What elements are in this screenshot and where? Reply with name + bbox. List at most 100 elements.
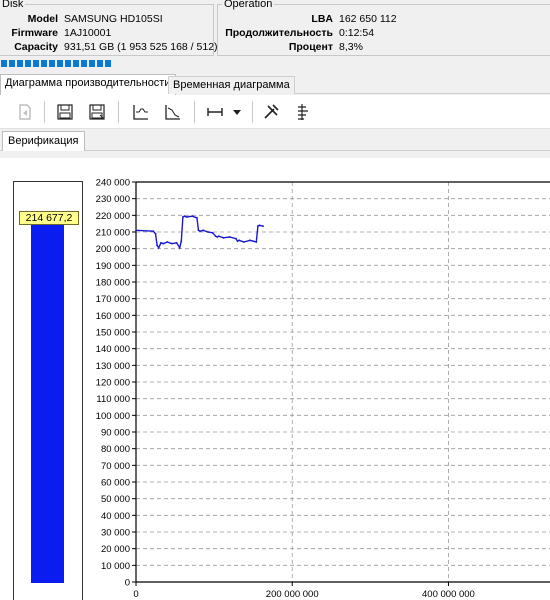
y-tick-label: 50 000 bbox=[101, 494, 130, 505]
speed-data-point bbox=[197, 229, 200, 232]
progress-segment bbox=[105, 60, 111, 67]
dropdown-arrow-icon[interactable] bbox=[230, 101, 244, 123]
speed-data-point bbox=[211, 231, 214, 234]
speed-data-point bbox=[217, 235, 220, 238]
speed-data-point bbox=[206, 231, 209, 233]
current-speed-label: 214 677,2 bbox=[19, 211, 79, 226]
speed-data-point bbox=[175, 241, 178, 244]
toolbar-separator bbox=[252, 101, 253, 123]
y-tick-label: 0 bbox=[125, 578, 130, 589]
y-tick-label: 40 000 bbox=[101, 511, 130, 522]
y-tick-label: 190 000 bbox=[96, 261, 130, 272]
operation-progress-bar bbox=[0, 59, 550, 69]
chart-toolbar bbox=[0, 95, 550, 129]
model-label: Model bbox=[27, 13, 58, 25]
y-tick-label: 170 000 bbox=[96, 294, 130, 305]
progress-segment bbox=[81, 60, 87, 67]
y-tick-label: 210 000 bbox=[96, 228, 130, 239]
disk-group-title: Disk bbox=[0, 0, 26, 10]
speed-data-point bbox=[152, 230, 155, 233]
y-tick-label: 60 000 bbox=[101, 478, 130, 489]
progress-segment bbox=[25, 60, 31, 67]
y-tick-label: 90 000 bbox=[101, 428, 130, 439]
current-speed-meter: 214 677,2 bbox=[13, 181, 83, 600]
firmware-row: Firmware 1AJ10001 bbox=[2, 27, 111, 39]
save-icon[interactable] bbox=[54, 101, 76, 123]
y-tick-label: 30 000 bbox=[101, 528, 130, 539]
speed-data-point bbox=[181, 216, 184, 218]
y-tick-label: 100 000 bbox=[96, 411, 130, 422]
main-tab-strip: Диаграмма производительности Временная д… bbox=[0, 74, 550, 95]
tab-performance-chart[interactable]: Диаграмма производительности bbox=[0, 74, 176, 95]
chart-decline-icon[interactable] bbox=[162, 101, 184, 123]
speed-data-point bbox=[166, 241, 169, 243]
y-tick-label: 70 000 bbox=[101, 461, 130, 472]
tab-timeline-chart[interactable]: Временная диаграмма bbox=[168, 76, 295, 94]
y-tick-label: 80 000 bbox=[101, 444, 130, 455]
y-tick-label: 220 000 bbox=[96, 211, 130, 222]
speed-data-point bbox=[249, 239, 251, 242]
duration-label: Продолжительность bbox=[225, 27, 333, 39]
speed-data-point bbox=[262, 225, 264, 228]
speed-data-point bbox=[222, 236, 225, 239]
progress-segment bbox=[9, 60, 15, 67]
speed-data-point bbox=[214, 235, 217, 238]
y-tick-label: 120 000 bbox=[96, 378, 130, 389]
firmware-label: Firmware bbox=[11, 27, 58, 39]
model-value: SAMSUNG HD105SI bbox=[64, 13, 163, 25]
y-tick-label: 140 000 bbox=[96, 344, 130, 355]
speed-data-point bbox=[178, 246, 181, 249]
progress-segment bbox=[97, 60, 103, 67]
operation-group-title: Operation bbox=[222, 0, 275, 10]
current-speed-bar bbox=[31, 224, 64, 583]
speed-data-point bbox=[235, 237, 237, 240]
tools-icon[interactable] bbox=[260, 101, 282, 123]
toolbar-separator bbox=[118, 101, 119, 123]
speed-data-point bbox=[185, 216, 188, 218]
y-tick-label: 180 000 bbox=[96, 278, 130, 289]
lba-label: LBA bbox=[311, 13, 333, 25]
percent-row: Процент 8,3% bbox=[222, 41, 363, 53]
y-tick-label: 130 000 bbox=[96, 361, 130, 372]
speed-data-point bbox=[256, 225, 259, 228]
percent-label: Процент bbox=[288, 41, 333, 53]
speed-data-point bbox=[191, 215, 194, 218]
tab-verification[interactable]: Верификация bbox=[2, 131, 85, 151]
speed-data-point bbox=[157, 246, 160, 249]
tab-timeline-chart-label: Временная диаграмма bbox=[173, 79, 290, 91]
y-tick-label: 240 000 bbox=[96, 178, 130, 189]
y-tick-label: 160 000 bbox=[96, 311, 130, 322]
tab-verification-label: Верификация bbox=[8, 135, 79, 147]
speed-data-point bbox=[255, 241, 258, 243]
speed-data-point bbox=[180, 240, 183, 243]
duration-value: 0:12:54 bbox=[339, 27, 375, 39]
speed-data-point bbox=[154, 232, 157, 235]
speed-data-point bbox=[171, 242, 173, 245]
model-row: Model SAMSUNG HD105SI bbox=[2, 13, 163, 25]
y-tick-label: 20 000 bbox=[101, 544, 130, 555]
speed-data-point bbox=[236, 240, 239, 243]
speed-data-point bbox=[258, 224, 261, 227]
progress-segment bbox=[49, 60, 55, 67]
disk-export-icon[interactable] bbox=[14, 101, 36, 123]
range-icon[interactable] bbox=[204, 101, 226, 123]
settings-list-icon[interactable] bbox=[292, 101, 314, 123]
x-tick-label: 200 000 000 bbox=[266, 589, 319, 600]
save-as-icon[interactable] bbox=[86, 101, 108, 123]
x-tick-label: 400 000 000 bbox=[422, 589, 475, 600]
performance-chart: 0 10 000 20 000 30 000 40 000 50 000 60 000 70 … bbox=[96, 178, 550, 600]
speed-data-point bbox=[199, 230, 201, 233]
progress-segment bbox=[73, 60, 79, 67]
tab-performance-chart-label: Диаграмма производительности bbox=[5, 77, 171, 89]
speed-data-point bbox=[135, 229, 137, 232]
speed-data-point bbox=[228, 236, 231, 238]
speed-data-point bbox=[156, 244, 158, 247]
sub-tab-strip: Верификация bbox=[0, 129, 550, 151]
lba-value: 162 650 112 bbox=[339, 13, 397, 25]
chart-view-icon[interactable] bbox=[130, 101, 152, 123]
toolbar-separator bbox=[194, 101, 195, 123]
firmware-value: 1AJ10001 bbox=[64, 27, 112, 39]
toolbar-separator bbox=[44, 101, 45, 123]
progress-segment bbox=[33, 60, 39, 67]
progress-segment bbox=[1, 60, 7, 67]
